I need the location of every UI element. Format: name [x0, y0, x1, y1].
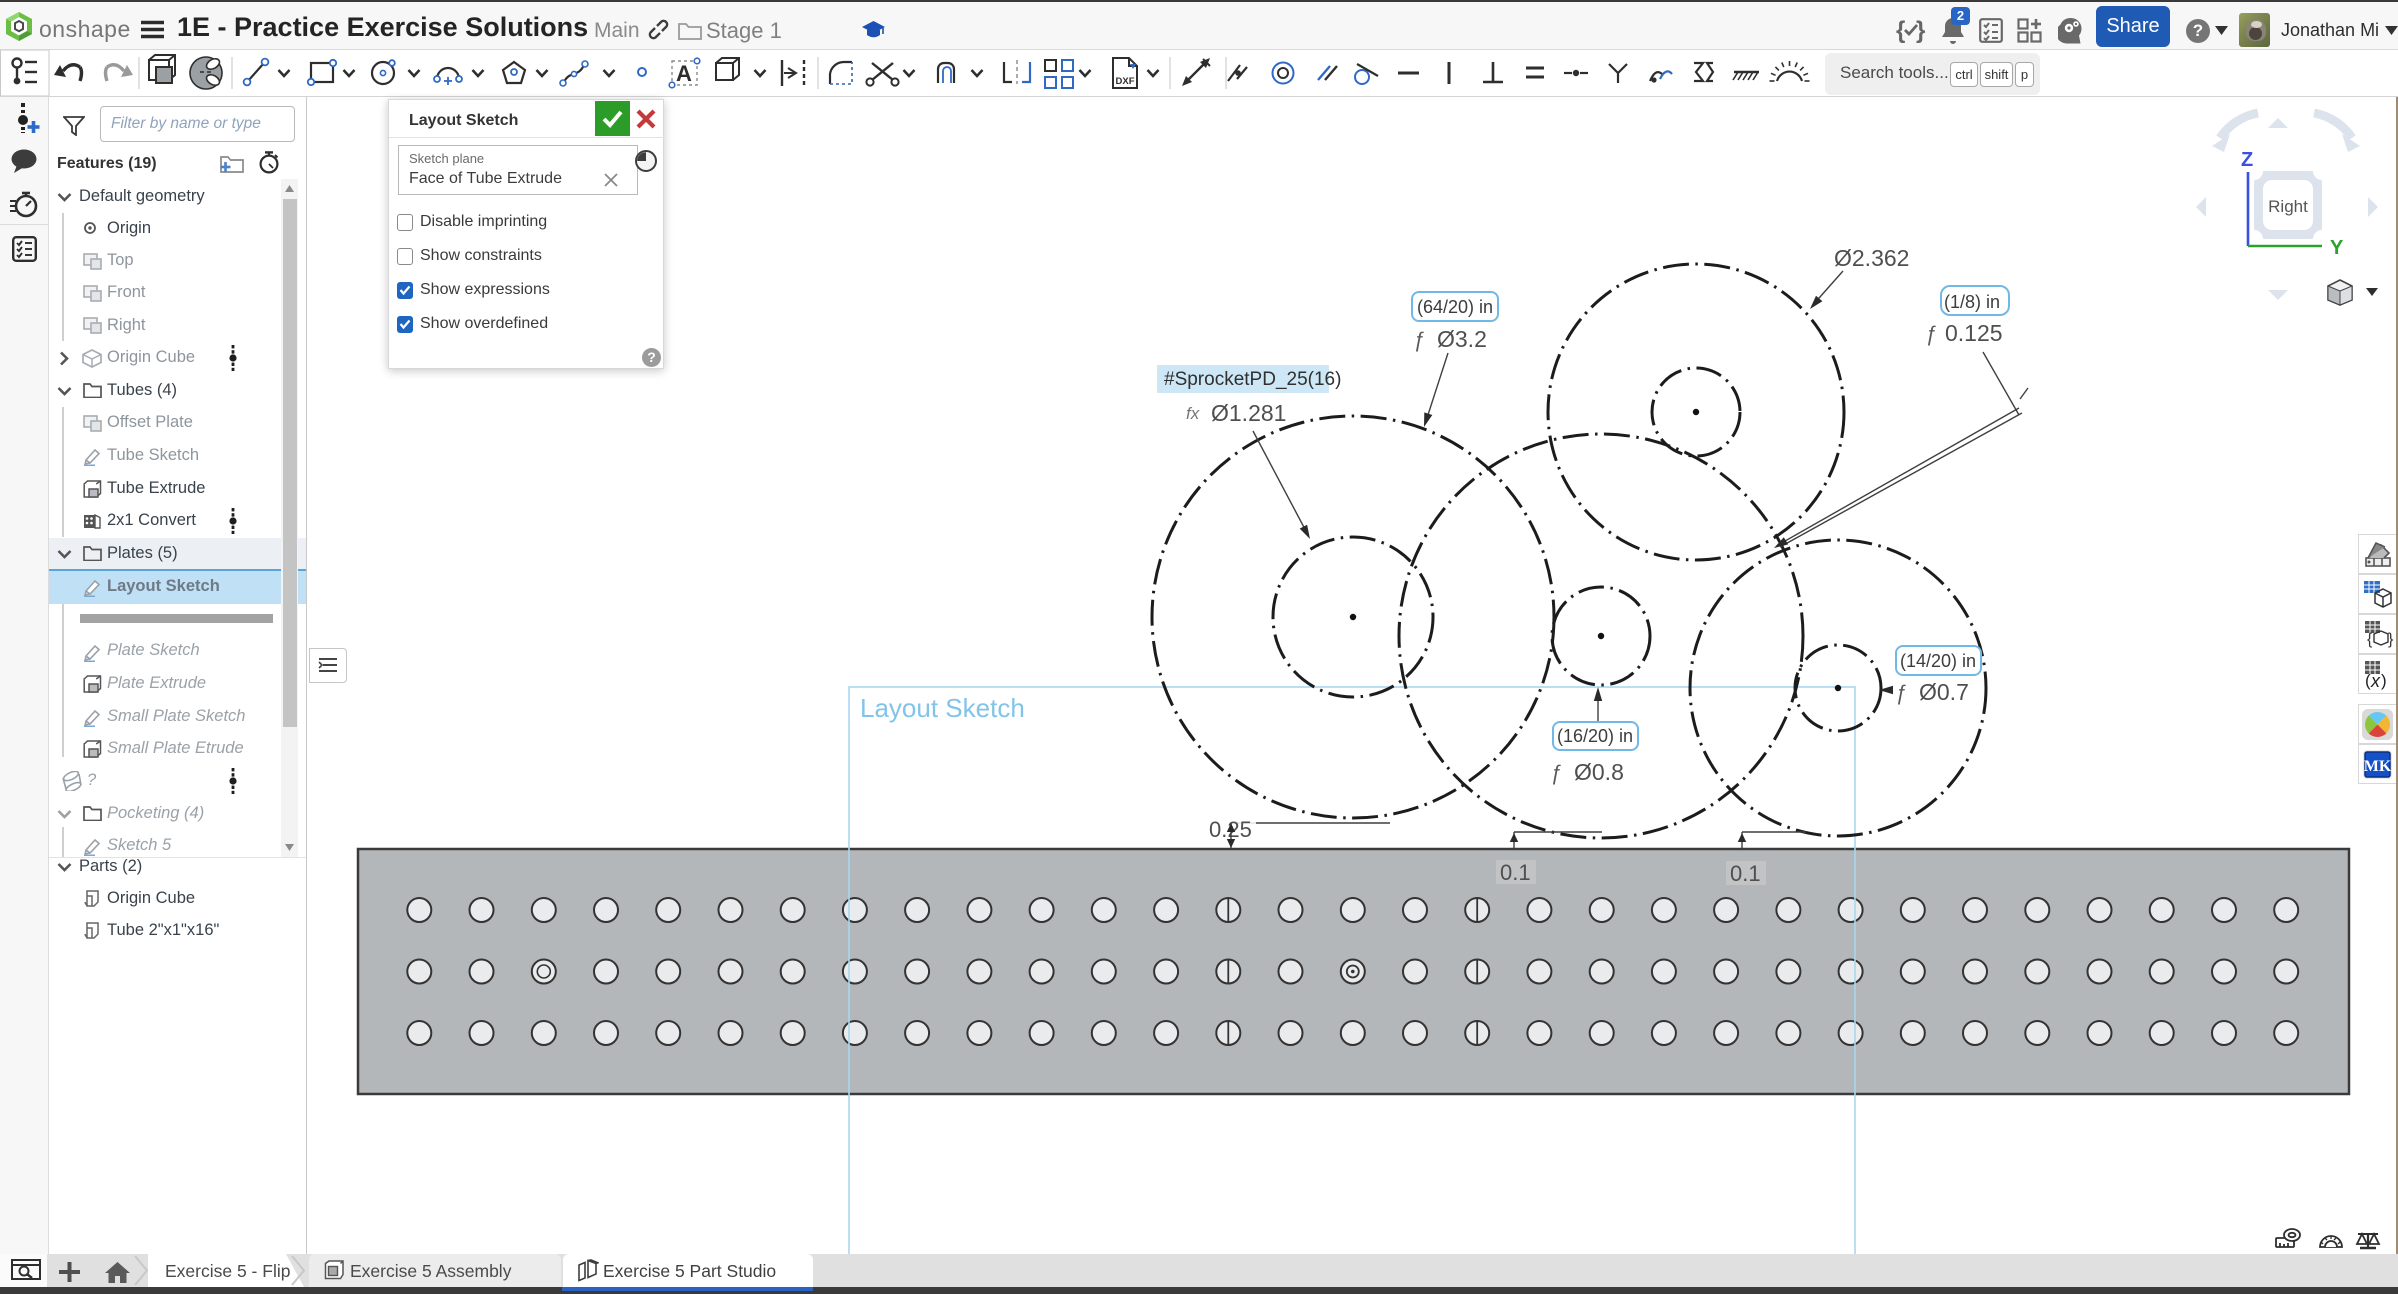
svg-text:ƒ: ƒ [1550, 762, 1562, 785]
svg-text:0.1: 0.1 [1500, 860, 1531, 885]
svg-text:Ø1.281: Ø1.281 [1211, 400, 1286, 426]
svg-text:0.125: 0.125 [1945, 320, 2003, 346]
svg-text:0.1: 0.1 [1730, 861, 1761, 886]
svg-text:(16/20) in: (16/20) in [1557, 726, 1633, 746]
svg-text:}: } [2388, 631, 2394, 648]
svg-text:Z: Z [2241, 149, 2253, 171]
svg-text:ƒ: ƒ [1925, 323, 1937, 346]
svg-text:{: { [1896, 17, 1905, 44]
svg-text:(64/20) in: (64/20) in [1417, 297, 1493, 317]
svg-text:Ø0.8: Ø0.8 [1574, 759, 1624, 785]
svg-text:Y: Y [2330, 237, 2344, 259]
svg-text:A: A [676, 61, 692, 86]
svg-text:(1/8) in: (1/8) in [1944, 292, 2000, 312]
svg-text:fx: fx [1186, 404, 1200, 423]
svg-text:ƒ: ƒ [1413, 329, 1425, 352]
svg-text:ƒ: ƒ [1895, 682, 1907, 705]
svg-text:{: { [2367, 631, 2373, 648]
svg-text:Right: Right [2268, 197, 2308, 216]
svg-text:}: } [1916, 17, 1925, 44]
svg-text:Layout Sketch: Layout Sketch [860, 693, 1025, 723]
svg-text:Ø0.7: Ø0.7 [1919, 679, 1969, 705]
svg-text:): ) [2381, 671, 2387, 690]
svg-text:MK: MK [2364, 758, 2392, 775]
svg-text:x: x [2370, 671, 2381, 691]
svg-text:#SprocketPD_25(16): #SprocketPD_25(16) [1164, 369, 1341, 390]
svg-text:Ø2.362: Ø2.362 [1834, 245, 1909, 271]
svg-text:Ø3.2: Ø3.2 [1437, 326, 1487, 352]
svg-text:DXF: DXF [1116, 76, 1135, 87]
svg-text:(14/20) in: (14/20) in [1900, 651, 1976, 671]
